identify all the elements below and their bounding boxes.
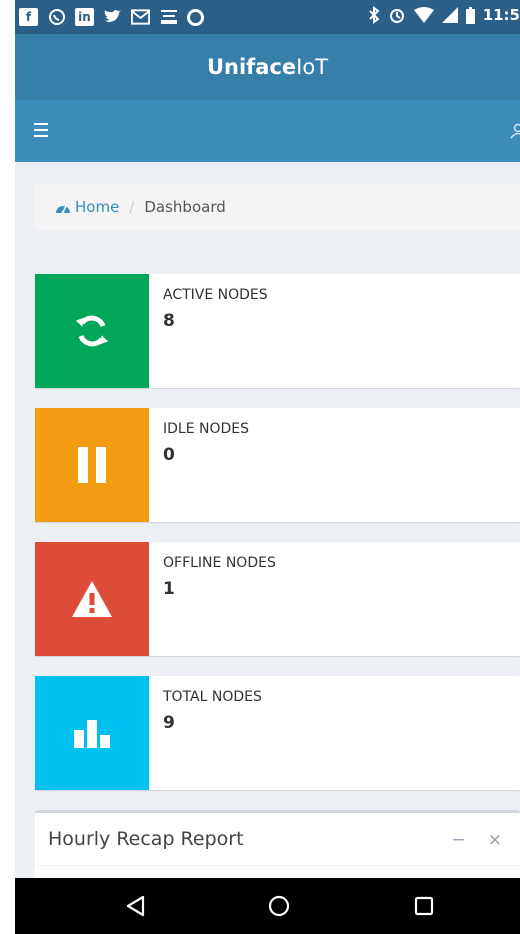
breadcrumb-home-link[interactable]: Home xyxy=(55,198,119,216)
app-screen: f in 11:5 Uniface IoT Home / Dashboard A… xyxy=(15,0,520,934)
brand-name-light: IoT xyxy=(296,55,329,79)
top-navbar xyxy=(15,100,520,162)
refresh-icon xyxy=(75,315,109,347)
alarm-icon xyxy=(388,6,406,24)
info-box-number: 1 xyxy=(163,579,175,599)
logo-header[interactable]: Uniface IoT xyxy=(15,34,520,100)
clock-time: 11:5 xyxy=(482,6,520,24)
facebook-icon: f xyxy=(19,8,38,26)
system-indicators: 11:5 xyxy=(368,6,520,24)
recent-apps-icon[interactable] xyxy=(410,892,438,920)
back-icon[interactable] xyxy=(122,892,150,920)
breadcrumb-separator: / xyxy=(129,198,135,216)
info-box-label: ACTIVE NODES xyxy=(163,287,268,303)
status-bar: f in 11:5 xyxy=(15,0,520,34)
dashboard-icon xyxy=(56,205,70,213)
hamburger-menu-icon[interactable] xyxy=(34,123,48,137)
pause-icon xyxy=(78,447,106,483)
info-box-label: TOTAL NODES xyxy=(163,689,262,705)
info-box-label: OFFLINE NODES xyxy=(163,555,276,571)
info-box-icon-container xyxy=(35,676,149,790)
home-circle-icon[interactable] xyxy=(265,892,293,920)
warning-icon xyxy=(72,581,112,617)
wifi-icon xyxy=(413,7,434,23)
info-box-idle-nodes: IDLE NODES 0 xyxy=(35,408,520,522)
info-box-number: 8 xyxy=(163,311,175,331)
gmail-icon xyxy=(131,8,150,26)
bluetooth-icon xyxy=(368,6,380,24)
battery-icon xyxy=(465,6,475,24)
info-box-number: 9 xyxy=(163,713,175,733)
info-box-label: IDLE NODES xyxy=(163,421,250,437)
info-box-icon-container xyxy=(35,408,149,522)
recap-box-tools: − × xyxy=(452,830,503,850)
close-icon[interactable]: × xyxy=(488,830,502,850)
info-box-total-nodes: TOTAL NODES 9 xyxy=(35,676,520,790)
linkedin-icon: in xyxy=(75,8,94,26)
breadcrumb-home-label: Home xyxy=(75,198,120,216)
hourly-recap-box: Hourly Recap Report − × xyxy=(35,810,520,883)
twitter-icon xyxy=(103,8,122,26)
user-icon[interactable] xyxy=(510,123,520,139)
bar-chart-icon xyxy=(74,720,110,748)
recap-divider xyxy=(35,865,520,866)
info-box-active-nodes: ACTIVE NODES 8 xyxy=(35,274,520,388)
collapse-icon[interactable]: − xyxy=(452,830,466,850)
info-box-offline-nodes: OFFLINE NODES 1 xyxy=(35,542,520,656)
breadcrumb-current: Dashboard xyxy=(144,198,226,216)
brand-name-bold: Uniface xyxy=(206,55,297,79)
whatsapp-icon xyxy=(47,8,66,26)
info-box-icon-container xyxy=(35,542,149,656)
info-box-number: 0 xyxy=(163,445,175,465)
ring-icon xyxy=(187,8,204,26)
system-nav-bar xyxy=(15,878,520,934)
info-box-icon-container xyxy=(35,274,149,388)
recap-box-title: Hourly Recap Report xyxy=(48,828,244,850)
signal-icon xyxy=(441,7,458,23)
tray-icon xyxy=(159,8,178,26)
notification-icons: f in xyxy=(19,8,204,26)
breadcrumb: Home / Dashboard xyxy=(35,184,520,230)
